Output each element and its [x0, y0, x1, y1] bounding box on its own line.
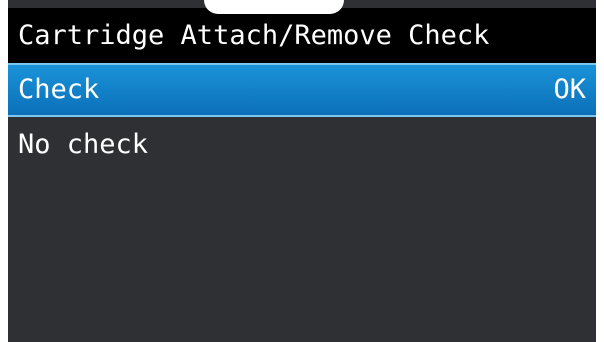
menu-item-label: Check [18, 74, 100, 105]
bezel-notch [204, 0, 344, 14]
menu-item-label: No check [18, 129, 149, 160]
screen-title: Cartridge Attach/Remove Check [8, 8, 596, 63]
menu-item-check[interactable]: Check OK [8, 63, 596, 117]
menu-item-no-check[interactable]: No check [8, 117, 596, 173]
option-menu: Check OK No check [8, 63, 596, 173]
lcd-screen: Cartridge Attach/Remove Check Check OK N… [8, 0, 596, 342]
menu-item-value: OK [553, 74, 586, 105]
